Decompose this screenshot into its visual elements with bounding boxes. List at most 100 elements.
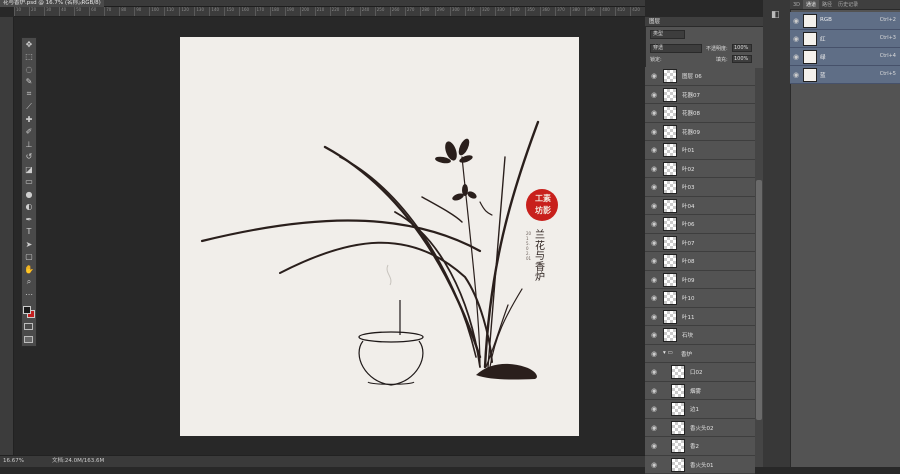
layer-row[interactable]: ◉花器09 bbox=[645, 123, 755, 142]
crop-icon[interactable]: ⌗ bbox=[22, 88, 36, 101]
layers-panel-title[interactable]: 图层 bbox=[649, 18, 660, 26]
dodge-icon[interactable]: ◐ bbox=[22, 201, 36, 214]
eye-icon[interactable]: ◉ bbox=[651, 331, 657, 339]
eyedropper-icon[interactable]: ⟋ bbox=[22, 101, 36, 114]
eye-icon[interactable]: ◉ bbox=[651, 239, 657, 247]
layer-name: 叶11 bbox=[682, 313, 695, 321]
eye-icon[interactable]: ◉ bbox=[793, 71, 799, 79]
layer-row[interactable]: ◉ 石块 bbox=[645, 326, 755, 345]
opacity-input[interactable] bbox=[732, 44, 752, 52]
eye-icon[interactable]: ◉ bbox=[651, 350, 657, 358]
layer-row[interactable]: ◉叶07 bbox=[645, 234, 755, 253]
layers-scroll-thumb[interactable] bbox=[756, 180, 762, 420]
layer-row[interactable]: ◉ 叶08 bbox=[645, 252, 755, 271]
layer-row[interactable]: ◉香火头02 bbox=[645, 419, 755, 438]
eye-icon[interactable]: ◉ bbox=[651, 128, 657, 136]
document-canvas[interactable]: 工素 坊影 兰花与香炉 2015.02.01 bbox=[180, 37, 579, 436]
lasso-icon[interactable]: ◌ bbox=[22, 63, 36, 76]
layer-name: 叶08 bbox=[682, 257, 695, 265]
layer-row[interactable]: ◉香火头01 bbox=[645, 456, 755, 474]
screen-mode-icon[interactable] bbox=[24, 336, 33, 343]
eye-icon[interactable]: ◉ bbox=[651, 202, 657, 210]
pen-icon[interactable]: ✒ bbox=[22, 213, 36, 226]
quick-select-icon[interactable]: ✎ bbox=[22, 76, 36, 89]
layer-row[interactable]: ◉叶04 bbox=[645, 197, 755, 216]
eye-icon[interactable]: ◉ bbox=[651, 72, 657, 80]
layer-row[interactable]: ◉叶03 bbox=[645, 178, 755, 197]
layer-row[interactable]: ◉叶06 bbox=[645, 215, 755, 234]
layer-row[interactable]: ◉叶02 bbox=[645, 160, 755, 179]
layer-row[interactable]: ◉花器08 bbox=[645, 104, 755, 123]
blur-icon[interactable]: ● bbox=[22, 188, 36, 201]
document-size[interactable]: 文档:24.0M/163.6M bbox=[52, 456, 104, 466]
tab-channels[interactable]: 通道 bbox=[803, 0, 819, 9]
layer-row[interactable]: ◉边1 bbox=[645, 400, 755, 419]
move-icon[interactable]: ✥ bbox=[22, 38, 36, 51]
layer-row[interactable]: ◉▾ ▭香炉 bbox=[645, 345, 755, 364]
eraser-icon[interactable]: ◪ bbox=[22, 163, 36, 176]
ruler-mark: 240 bbox=[360, 7, 375, 16]
path-select-icon[interactable]: ➤ bbox=[22, 238, 36, 251]
layer-name: 石块 bbox=[682, 331, 693, 339]
close-tab-icon[interactable]: × bbox=[78, 0, 83, 7]
heal-icon[interactable]: ✚ bbox=[22, 113, 36, 126]
tab-history[interactable]: 历史记录 bbox=[835, 0, 861, 9]
layer-thumbnail bbox=[663, 217, 677, 231]
foreground-color-swatch[interactable] bbox=[23, 306, 31, 314]
eye-icon[interactable]: ◉ bbox=[651, 109, 657, 117]
layer-row[interactable]: ◉图层 06 bbox=[645, 67, 755, 86]
shape-icon[interactable]: ▢ bbox=[22, 251, 36, 264]
eye-icon[interactable]: ◉ bbox=[651, 461, 657, 469]
layer-filter-select[interactable]: 类型 bbox=[650, 30, 685, 39]
zoom-icon[interactable]: ⌕ bbox=[22, 276, 36, 289]
eye-icon[interactable]: ◉ bbox=[651, 442, 657, 450]
gradient-icon[interactable]: ▭ bbox=[22, 176, 36, 189]
eye-icon[interactable]: ◉ bbox=[793, 35, 799, 43]
eye-icon[interactable]: ◉ bbox=[651, 91, 657, 99]
layer-row[interactable]: ◉烟雾 bbox=[645, 382, 755, 401]
channel-row[interactable]: ◉红Ctrl+3 bbox=[790, 30, 900, 48]
stamp-icon[interactable]: ⊥ bbox=[22, 138, 36, 151]
eye-icon[interactable]: ◉ bbox=[651, 405, 657, 413]
eye-icon[interactable]: ◉ bbox=[651, 220, 657, 228]
channel-row[interactable]: ◉RGBCtrl+2 bbox=[790, 12, 900, 30]
eye-icon[interactable]: ◉ bbox=[651, 294, 657, 302]
eye-icon[interactable]: ◉ bbox=[651, 387, 657, 395]
tab-paths[interactable]: 路径 bbox=[819, 0, 835, 9]
eye-icon[interactable]: ◉ bbox=[651, 424, 657, 432]
eye-icon[interactable]: ◉ bbox=[651, 165, 657, 173]
type-icon[interactable]: T bbox=[22, 226, 36, 239]
folder-icon[interactable]: ▾ ▭ bbox=[663, 350, 673, 356]
hand-icon[interactable]: ✋ bbox=[22, 263, 36, 276]
layer-thumbnail bbox=[663, 236, 677, 250]
layer-row[interactable]: ◉口02 bbox=[645, 363, 755, 382]
layer-row[interactable]: ◉香2 bbox=[645, 437, 755, 456]
eye-icon[interactable]: ◉ bbox=[651, 368, 657, 376]
channel-row[interactable]: ◉绿Ctrl+4 bbox=[790, 48, 900, 66]
zoom-readout[interactable]: 16.67% bbox=[3, 456, 24, 466]
layer-row[interactable]: ◉ 叶11 bbox=[645, 308, 755, 327]
eye-icon[interactable]: ◉ bbox=[793, 53, 799, 61]
eye-icon[interactable]: ◉ bbox=[651, 146, 657, 154]
eye-icon[interactable]: ◉ bbox=[651, 276, 657, 284]
layer-row[interactable]: ◉叶01 bbox=[645, 141, 755, 160]
layer-row[interactable]: ◉叶10 bbox=[645, 289, 755, 308]
panel-toggle-icon[interactable]: ◧ bbox=[771, 10, 780, 20]
quick-mask-icon[interactable] bbox=[24, 323, 33, 330]
eye-icon[interactable]: ◉ bbox=[793, 17, 799, 25]
channel-row[interactable]: ◉蓝Ctrl+5 bbox=[790, 66, 900, 84]
eye-icon[interactable]: ◉ bbox=[651, 183, 657, 191]
layer-row[interactable]: ◉叶09 bbox=[645, 271, 755, 290]
tab-3d[interactable]: 3D bbox=[790, 0, 803, 9]
eye-icon[interactable]: ◉ bbox=[651, 257, 657, 265]
document-tab[interactable]: 花与香炉.psd @ 16.7% (名称, RGB/8) bbox=[0, 0, 104, 7]
more-tools-icon[interactable]: ⋯ bbox=[22, 288, 36, 301]
brush-icon[interactable]: ✐ bbox=[22, 126, 36, 139]
eye-icon[interactable]: ◉ bbox=[651, 313, 657, 321]
marquee-icon[interactable]: ⬚ bbox=[22, 51, 36, 64]
history-brush-icon[interactable]: ↺ bbox=[22, 151, 36, 164]
layer-row[interactable]: ◉花器07 bbox=[645, 86, 755, 105]
fill-input[interactable] bbox=[732, 55, 752, 63]
layer-thumbnail bbox=[671, 384, 685, 398]
blend-mode-select[interactable]: 穿透 bbox=[650, 44, 702, 53]
